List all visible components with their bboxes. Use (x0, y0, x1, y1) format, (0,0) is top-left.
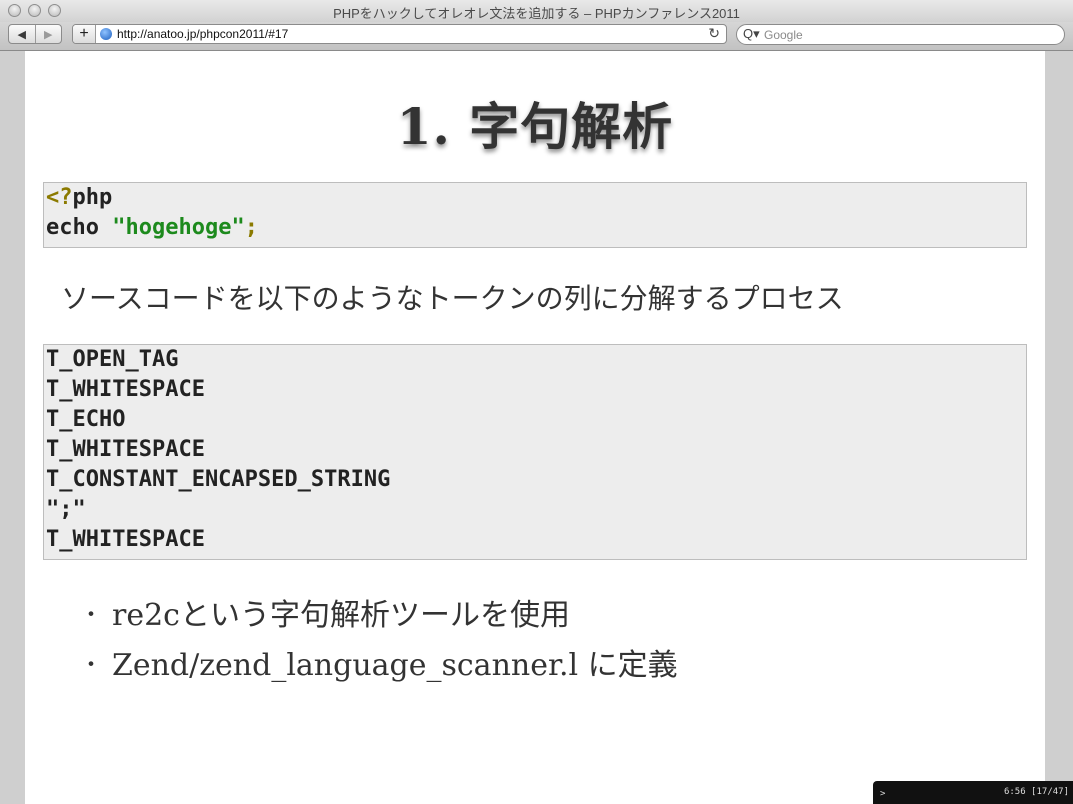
bullet-marker: ・ (80, 653, 103, 678)
token-line: T_CONSTANT_ENCAPSED_STRING (46, 467, 391, 492)
bullet-item: ・ Zend/zend_language_scanner.l に定義 (80, 641, 678, 691)
bullet-text: Zend/zend_language_scanner.l に定義 (112, 648, 678, 683)
token-list-block: T_OPEN_TAG T_WHITESPACE T_ECHO T_WHITESP… (43, 344, 1027, 560)
forward-button[interactable]: ▶ (34, 25, 62, 43)
code-string: "hogehoge" (112, 215, 245, 240)
token-line: T_OPEN_TAG (46, 347, 179, 372)
php-code-block: <?php echo "hogehoge"; (43, 182, 1027, 248)
presenter-status-bar: > 6:56 [17/47] (873, 781, 1073, 804)
bullet-text: re2cという字句解析ツールを使用 (112, 598, 570, 633)
token-line: ";" (46, 497, 86, 522)
code-echo-keyword: echo (46, 215, 113, 240)
add-bookmark-button[interactable]: + (73, 25, 96, 43)
url-text[interactable]: http://anatoo.jp/phpcon2011/#17 (117, 27, 288, 41)
slide-title: 1. 字句解析 (396, 97, 674, 156)
search-icon[interactable]: Q▾ (743, 26, 760, 42)
globe-icon (100, 28, 112, 40)
window-title-bar: PHPをハックしてオレオレ文法を追加する – PHPカンファレンス2011 (0, 0, 1073, 22)
slide-description: ソースコードを以下のようなトークンの列に分解するプロセス (61, 282, 844, 315)
token-line: T_WHITESPACE (46, 377, 205, 402)
command-prompt[interactable]: > (880, 789, 885, 799)
code-open-tag: <? (46, 185, 73, 210)
slide-counter: 6:56 [17/47] (1003, 787, 1069, 797)
back-button[interactable]: ◀ (9, 25, 35, 43)
code-semicolon: ; (244, 215, 258, 240)
search-placeholder[interactable]: Google (764, 28, 803, 42)
slide: 1. 字句解析 <?php echo "hogehoge"; ソースコードを以下… (25, 51, 1045, 804)
nav-button-group: ◀ ▶ (8, 24, 62, 44)
code-line: <?php (46, 183, 1026, 213)
code-php-keyword: php (72, 185, 113, 210)
browser-toolbar: ◀ ▶ + http://anatoo.jp/phpcon2011/#17 ↻ … (0, 22, 1073, 51)
token-line: T_WHITESPACE (46, 437, 205, 462)
code-line: echo "hogehoge"; (46, 213, 1026, 243)
bullet-marker: ・ (80, 603, 103, 628)
bullet-list: ・ re2cという字句解析ツールを使用 ・ Zend/zend_language_s… (80, 591, 678, 691)
reload-icon[interactable]: ↻ (708, 25, 720, 42)
search-field[interactable]: Q▾ Google (736, 24, 1065, 45)
bullet-item: ・ re2cという字句解析ツールを使用 (80, 591, 678, 641)
address-bar[interactable]: + http://anatoo.jp/phpcon2011/#17 ↻ (72, 24, 727, 44)
token-line: T_WHITESPACE (46, 527, 205, 552)
window-title: PHPをハックしてオレオレ文法を追加する – PHPカンファレンス2011 (333, 6, 740, 21)
token-line: T_ECHO (46, 407, 126, 432)
